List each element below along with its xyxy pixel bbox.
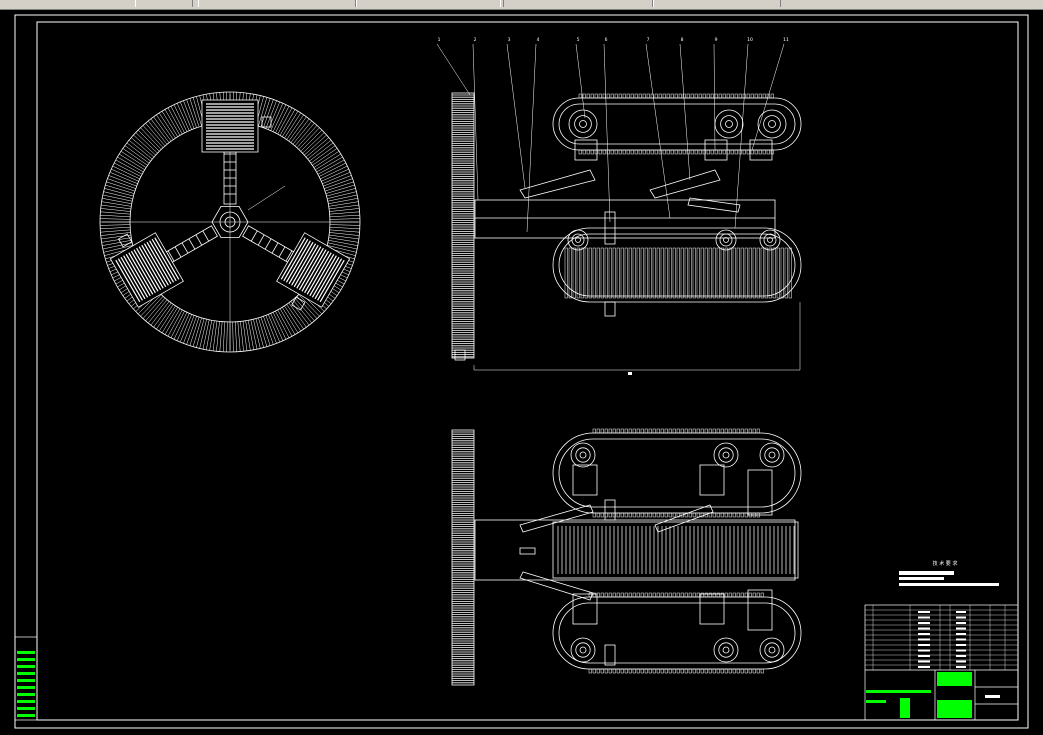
callout-number: 7 xyxy=(647,37,650,43)
toolbar xyxy=(0,0,1043,10)
callout-number: 2 xyxy=(474,37,477,43)
callout-number: 3 xyxy=(508,37,511,43)
callout-number: 1 xyxy=(438,37,441,43)
callout-number: 4 xyxy=(537,37,540,43)
callout-number: 11 xyxy=(783,37,789,43)
callout-number: 6 xyxy=(605,37,608,43)
callout-number: 10 xyxy=(747,37,753,43)
callout-number: 8 xyxy=(681,37,684,43)
toolbar-linetype-dropdown[interactable] xyxy=(500,0,653,7)
toolbar-layer-dropdown[interactable] xyxy=(198,0,356,7)
circular-view xyxy=(99,91,361,353)
drawing-canvas[interactable]: 1 2 3 4 5 6 7 8 9 10 11 技 术 要 求 xyxy=(0,10,1043,735)
toolbar-color-dropdown[interactable] xyxy=(356,0,504,7)
toolbar-lineweight-dropdown[interactable] xyxy=(653,0,781,7)
technical-requirements-heading: 技 术 要 求 xyxy=(933,560,958,567)
toolbar-button-icons[interactable] xyxy=(135,0,193,7)
callout-number: 9 xyxy=(715,37,718,43)
callout-number: 5 xyxy=(577,37,580,43)
